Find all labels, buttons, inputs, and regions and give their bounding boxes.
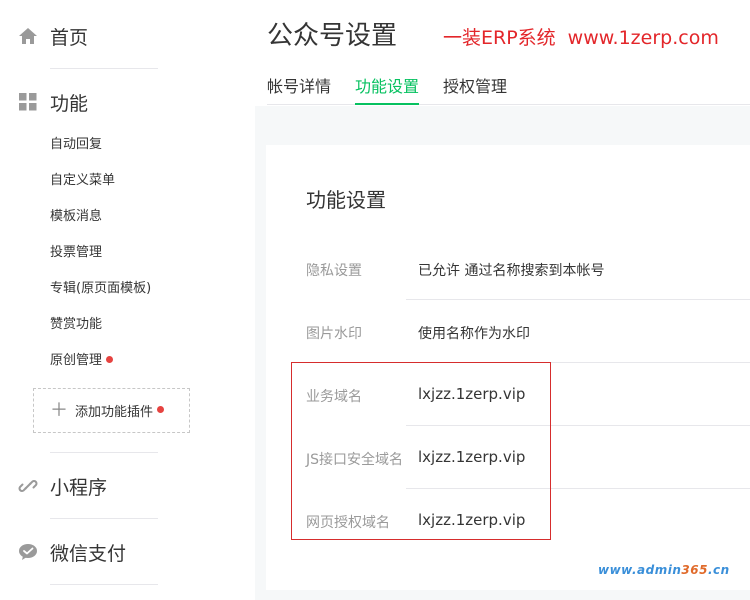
link-icon bbox=[17, 475, 39, 497]
nav-home[interactable]: 首页 bbox=[17, 25, 89, 49]
watermark-url: www.1zerp.com bbox=[567, 27, 719, 49]
site-watermark: www.admin365.cn bbox=[598, 563, 730, 577]
tab-authorization-management[interactable]: 授权管理 bbox=[443, 73, 507, 105]
home-icon bbox=[17, 25, 39, 47]
tab-bar: 帐号详情 功能设置 授权管理 bbox=[267, 70, 750, 105]
row-value-image-watermark: 使用名称作为水印 bbox=[418, 326, 530, 342]
row-value-privacy: 已允许 通过名称搜索到本帐号 bbox=[418, 263, 605, 279]
sidebar: 首页 功能 自动回复 自定义菜单 模板消息 投票管理 专辑(原页面模板) 赞赏功… bbox=[0, 0, 200, 600]
add-plugin-label: 添加功能插件 bbox=[75, 405, 154, 420]
notification-dot bbox=[157, 406, 165, 413]
nav-wechat-pay[interactable]: 微信支付 bbox=[17, 541, 127, 565]
tab-account-details[interactable]: 帐号详情 bbox=[267, 73, 331, 105]
site-watermark-part2: 365 bbox=[681, 563, 708, 577]
wechat-pay-icon bbox=[17, 541, 39, 563]
sidebar-item-custom-menu[interactable]: 自定义菜单 bbox=[50, 173, 115, 189]
nav-features-label: 功能 bbox=[50, 92, 89, 115]
notification-dot bbox=[106, 356, 114, 363]
plus-icon: ＋ bbox=[50, 399, 68, 421]
sidebar-item-vote-management[interactable]: 投票管理 bbox=[50, 245, 102, 261]
divider bbox=[50, 518, 158, 519]
divider bbox=[50, 584, 158, 585]
row-label-privacy: 隐私设置 bbox=[306, 263, 362, 279]
tab-feature-settings[interactable]: 功能设置 bbox=[355, 73, 420, 105]
sidebar-item-original-management[interactable]: 原创管理 bbox=[50, 353, 114, 369]
divider bbox=[50, 452, 158, 453]
row-divider bbox=[406, 299, 750, 300]
sidebar-item-reward[interactable]: 赞赏功能 bbox=[50, 317, 102, 333]
nav-mini-program-label: 小程序 bbox=[50, 476, 108, 499]
sidebar-item-original-label: 原创管理 bbox=[50, 353, 103, 368]
watermark-text: 一装ERP系统 www.1zerp.com bbox=[443, 23, 719, 50]
settings-title: 功能设置 bbox=[306, 188, 386, 212]
divider bbox=[50, 68, 158, 69]
sidebar-item-auto-reply[interactable]: 自动回复 bbox=[50, 137, 102, 153]
add-plugin-button[interactable]: ＋ 添加功能插件 bbox=[33, 388, 190, 433]
site-watermark-part3: .cn bbox=[707, 563, 730, 577]
nav-home-label: 首页 bbox=[50, 26, 89, 49]
sidebar-item-template-message[interactable]: 模板消息 bbox=[50, 209, 102, 225]
sidebar-item-album[interactable]: 专辑(原页面模板) bbox=[50, 281, 151, 297]
watermark-brand: 一装ERP系统 bbox=[443, 27, 556, 49]
highlight-box bbox=[291, 362, 551, 540]
nav-wechat-pay-label: 微信支付 bbox=[50, 542, 127, 565]
nav-features[interactable]: 功能 bbox=[17, 91, 89, 115]
nav-mini-program[interactable]: 小程序 bbox=[17, 475, 108, 499]
row-label-image-watermark: 图片水印 bbox=[306, 326, 362, 342]
site-watermark-part1: www.admin bbox=[598, 563, 682, 577]
grid-icon bbox=[17, 91, 39, 113]
page-title: 公众号设置 bbox=[267, 21, 398, 51]
